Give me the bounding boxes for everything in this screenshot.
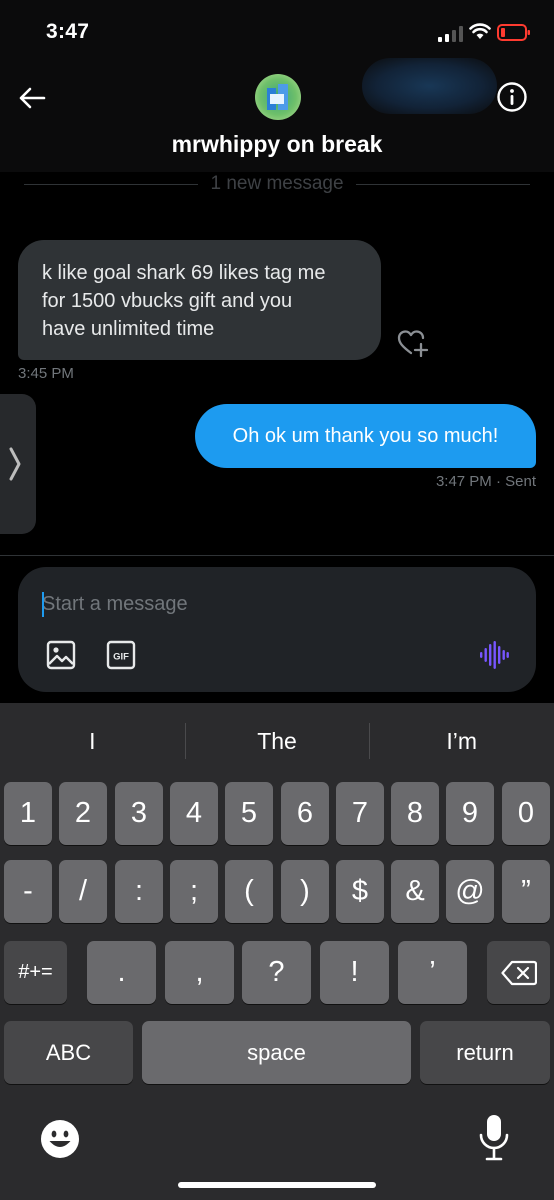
message-composer: GIF [18,567,536,692]
key-symbols-toggle[interactable]: #+= [4,941,67,1004]
key-open-paren[interactable]: ( [225,860,273,923]
key-0[interactable]: 0 [502,782,550,845]
key-period[interactable]: . [87,941,156,1004]
arrow-left-icon [19,87,46,109]
key-dollar[interactable]: $ [336,860,384,923]
key-at[interactable]: @ [446,860,494,923]
key-2[interactable]: 2 [59,782,107,845]
key-quote[interactable]: ” [502,860,550,923]
gif-icon[interactable]: GIF [106,640,136,670]
suggestion-item[interactable]: The [184,703,370,779]
side-panel-tab[interactable] [0,394,36,534]
emoji-icon[interactable] [40,1119,80,1159]
key-apostrophe[interactable]: ’ [398,941,467,1004]
key-ampersand[interactable]: & [391,860,439,923]
home-indicator[interactable] [178,1182,376,1188]
key-3[interactable]: 3 [115,782,163,845]
microphone-icon[interactable] [478,1113,510,1163]
status-time: 3:47 [46,20,90,43]
key-abc[interactable]: ABC [4,1021,133,1084]
suggestion-item[interactable]: I [0,703,185,779]
key-1[interactable]: 1 [4,782,52,845]
key-slash[interactable]: / [59,860,107,923]
key-8[interactable]: 8 [391,782,439,845]
keyboard: I The I’m 1 2 3 4 5 6 7 8 9 0 - / : ; ( … [0,703,554,1200]
svg-text:GIF: GIF [113,652,129,663]
conversation-header: mrwhippy on break [0,58,554,172]
chevron-right-icon [9,447,21,481]
key-return[interactable]: return [420,1021,550,1084]
backspace-icon [500,960,537,985]
key-hyphen[interactable]: - [4,860,52,923]
new-message-divider: 1 new message [24,172,531,196]
battery-icon [497,24,530,41]
conversation-title[interactable]: mrwhippy on break [0,131,554,158]
key-question[interactable]: ? [242,941,311,1004]
voice-message-icon[interactable] [479,641,509,669]
key-6[interactable]: 6 [281,782,329,845]
key-backspace[interactable] [487,941,550,1004]
heart-plus-icon[interactable] [397,329,429,357]
info-icon [497,82,527,112]
redacted-blur [362,58,497,114]
key-space[interactable]: space [142,1021,411,1084]
new-message-label: 1 new message [210,173,344,194]
wifi-icon [469,23,491,39]
composer-divider [0,555,554,556]
sent-message-bubble[interactable]: Oh ok um thank you so much! [195,404,536,468]
back-button[interactable] [14,80,50,116]
message-line: k like goal shark 69 likes tag me [42,262,326,284]
key-semicolon[interactable]: ; [170,860,218,923]
suggestion-bar: I The I’m [0,703,554,779]
suggestion-item[interactable]: I’m [369,703,554,779]
image-icon[interactable] [46,640,76,670]
message-line: have unlimited time [42,318,215,340]
sent-timestamp: 3:47 PM · Sent [435,473,536,490]
signal-icon [438,26,463,42]
avatar[interactable] [255,74,301,120]
received-timestamp: 3:45 PM [18,365,74,382]
status-bar: 3:47 [0,0,554,66]
message-input[interactable] [42,587,482,621]
key-9[interactable]: 9 [446,782,494,845]
key-comma[interactable]: , [165,941,234,1004]
key-4[interactable]: 4 [170,782,218,845]
key-5[interactable]: 5 [225,782,273,845]
sent-message-text: Oh ok um thank you so much! [232,424,499,447]
info-button[interactable] [494,79,530,115]
key-colon[interactable]: : [115,860,163,923]
key-exclamation[interactable]: ! [320,941,389,1004]
key-close-paren[interactable]: ) [281,860,329,923]
key-7[interactable]: 7 [336,782,384,845]
text-cursor [42,592,44,617]
message-line: for 1500 vbucks gift and you [42,290,293,312]
received-message-bubble[interactable]: k like goal shark 69 likes tag me for 15… [18,240,381,360]
